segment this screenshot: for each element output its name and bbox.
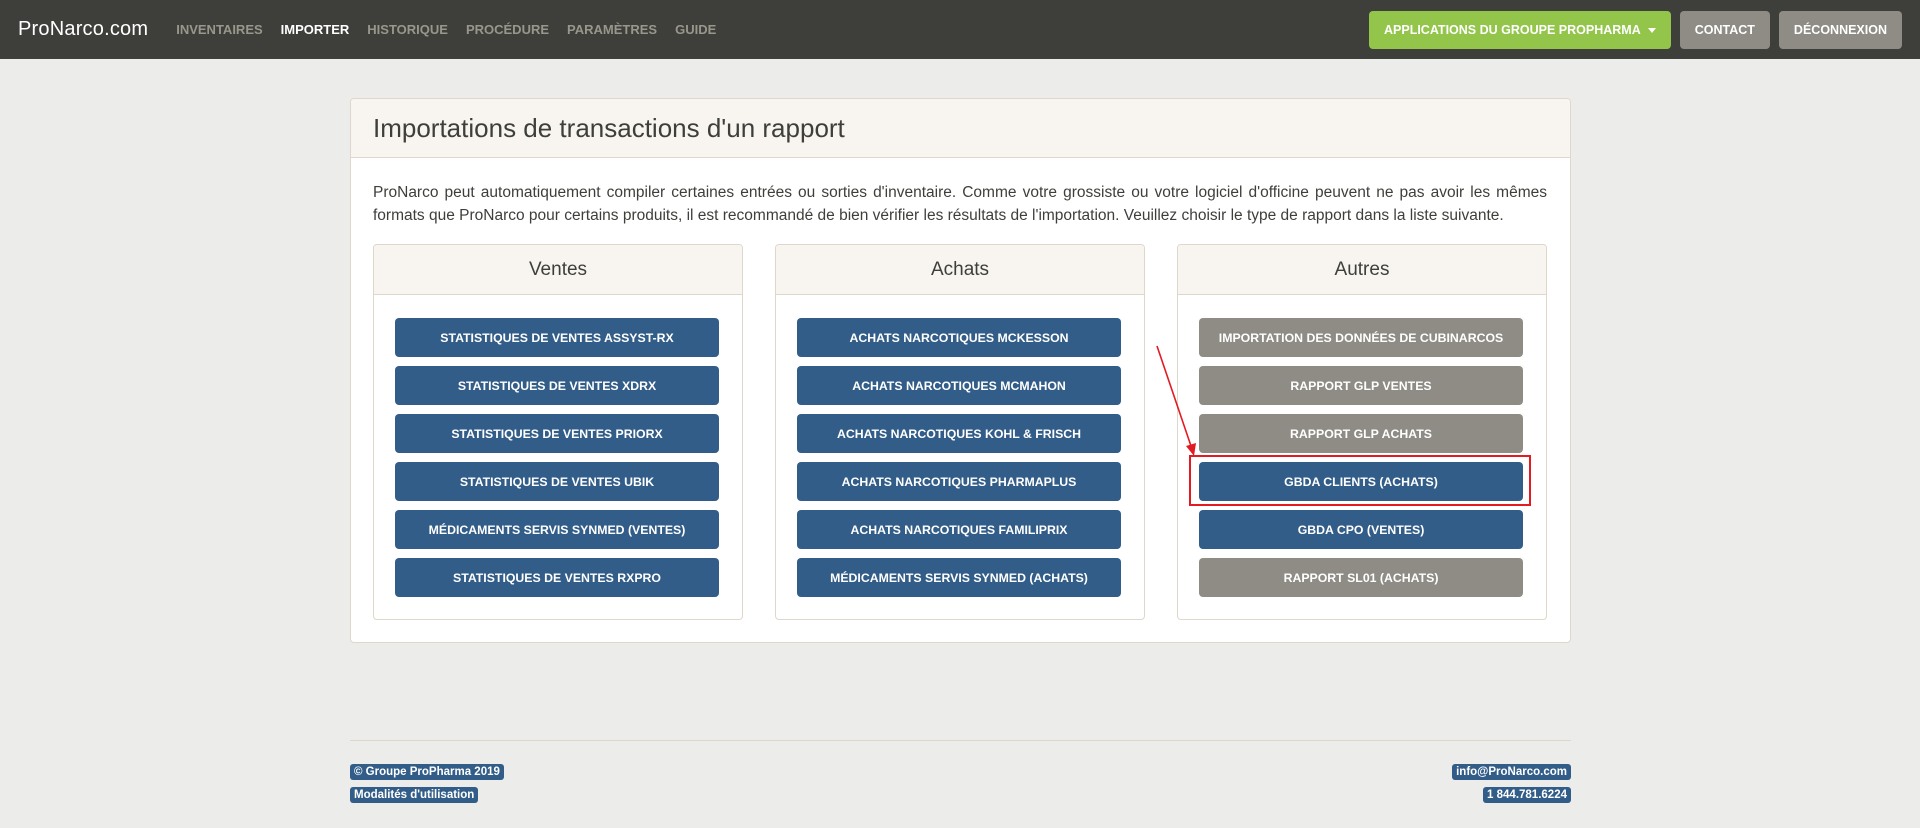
import-button-mcmahon[interactable]: ACHATS NARCOTIQUES MCMAHON	[797, 366, 1121, 405]
apps-dropdown-button[interactable]: APPLICATIONS DU GROUPE PROPHARMA	[1369, 11, 1671, 49]
contact-button[interactable]: CONTACT	[1679, 11, 1770, 49]
import-card: Importations de transactions d'un rappor…	[350, 98, 1571, 643]
caret-down-icon	[1647, 27, 1656, 33]
apps-dropdown-label: APPLICATIONS DU GROUPE PROPHARMA	[1384, 23, 1641, 37]
footer-phone: 1 844.781.6224	[1483, 787, 1571, 803]
footer-copyright: © Groupe ProPharma 2019	[350, 764, 504, 780]
column-ventes: Ventes STATISTIQUES DE VENTES ASSYST-RX …	[373, 244, 743, 620]
import-button-gbda-cpo[interactable]: GBDA CPO (VENTES)	[1199, 510, 1523, 549]
footer-terms-link[interactable]: Modalités d'utilisation	[350, 787, 479, 803]
card-header: Importations de transactions d'un rappor…	[351, 99, 1570, 158]
import-button-kohl-frisch[interactable]: ACHATS NARCOTIQUES KOHL & FRISCH	[797, 414, 1121, 453]
footer-email-link[interactable]: info@ProNarco.com	[1452, 764, 1571, 780]
nav-links: INVENTAIRES IMPORTER HISTORIQUE PROCÉDUR…	[158, 22, 716, 37]
column-achats: Achats ACHATS NARCOTIQUES MCKESSON ACHAT…	[775, 244, 1145, 620]
column-title-achats: Achats	[776, 245, 1144, 295]
gbda-clients-label: GBDA CLIENTS (ACHATS)	[1284, 474, 1438, 489]
import-button-priorx[interactable]: STATISTIQUES DE VENTES PRIORX	[395, 414, 719, 453]
nav-link-historique[interactable]: HISTORIQUE	[367, 22, 448, 37]
import-button-familiprix[interactable]: ACHATS NARCOTIQUES FAMILIPRIX	[797, 510, 1121, 549]
button-list-ventes: STATISTIQUES DE VENTES ASSYST-RX STATIST…	[395, 318, 719, 606]
import-button-assyst-rx[interactable]: STATISTIQUES DE VENTES ASSYST-RX	[395, 318, 719, 357]
import-button-glp-achats[interactable]: RAPPORT GLP ACHATS	[1199, 414, 1523, 453]
nav-link-procedure[interactable]: PROCÉDURE	[466, 22, 549, 37]
page-title: Importations de transactions d'un rappor…	[373, 112, 845, 143]
column-title-ventes: Ventes	[374, 245, 742, 295]
button-list-autres: IMPORTATION DES DONNÉES DE CUBINARCOS RA…	[1189, 318, 1531, 606]
button-list-achats: ACHATS NARCOTIQUES MCKESSON ACHATS NARCO…	[797, 318, 1121, 606]
import-button-xdrx[interactable]: STATISTIQUES DE VENTES XDRX	[395, 366, 719, 405]
column-title-autres: Autres	[1178, 245, 1546, 295]
intro-text: ProNarco peut automatiquement compiler c…	[373, 184, 1547, 224]
import-button-gbda-clients[interactable]: GBDA CLIENTS (ACHATS)	[1189, 455, 1531, 506]
import-button-rxpro[interactable]: STATISTIQUES DE VENTES RXPRO	[395, 558, 719, 597]
logout-button[interactable]: DÉCONNEXION	[1778, 11, 1902, 49]
import-button-synmed-achats[interactable]: MÉDICAMENTS SERVIS SYNMED (ACHATS)	[797, 558, 1121, 597]
import-button-pharmaplus[interactable]: ACHATS NARCOTIQUES PHARMAPLUS	[797, 462, 1121, 501]
import-button-sl01[interactable]: RAPPORT SL01 (ACHATS)	[1199, 558, 1523, 597]
nav-link-parametres[interactable]: PARAMÈTRES	[567, 22, 657, 37]
import-button-glp-ventes[interactable]: RAPPORT GLP VENTES	[1199, 366, 1523, 405]
nav-link-importer[interactable]: IMPORTER	[281, 22, 350, 37]
nav-link-guide[interactable]: GUIDE	[675, 22, 716, 37]
import-button-ubik[interactable]: STATISTIQUES DE VENTES UBIK	[395, 462, 719, 501]
top-navbar: ProNarco.com INVENTAIRES IMPORTER HISTOR…	[0, 0, 1920, 59]
import-button-synmed-ventes[interactable]: MÉDICAMENTS SERVIS SYNMED (VENTES)	[395, 510, 719, 549]
import-button-mckesson[interactable]: ACHATS NARCOTIQUES MCKESSON	[797, 318, 1121, 357]
import-button-cubinarcos[interactable]: IMPORTATION DES DONNÉES DE CUBINARCOS	[1199, 318, 1523, 357]
column-autres: Autres IMPORTATION DES DONNÉES DE CUBINA…	[1177, 244, 1547, 620]
nav-link-inventaires[interactable]: INVENTAIRES	[176, 22, 262, 37]
brand-link[interactable]: ProNarco.com	[18, 18, 148, 41]
nav-right-buttons: APPLICATIONS DU GROUPE PROPHARMA CONTACT…	[1369, 11, 1902, 49]
footer-divider	[350, 740, 1571, 741]
